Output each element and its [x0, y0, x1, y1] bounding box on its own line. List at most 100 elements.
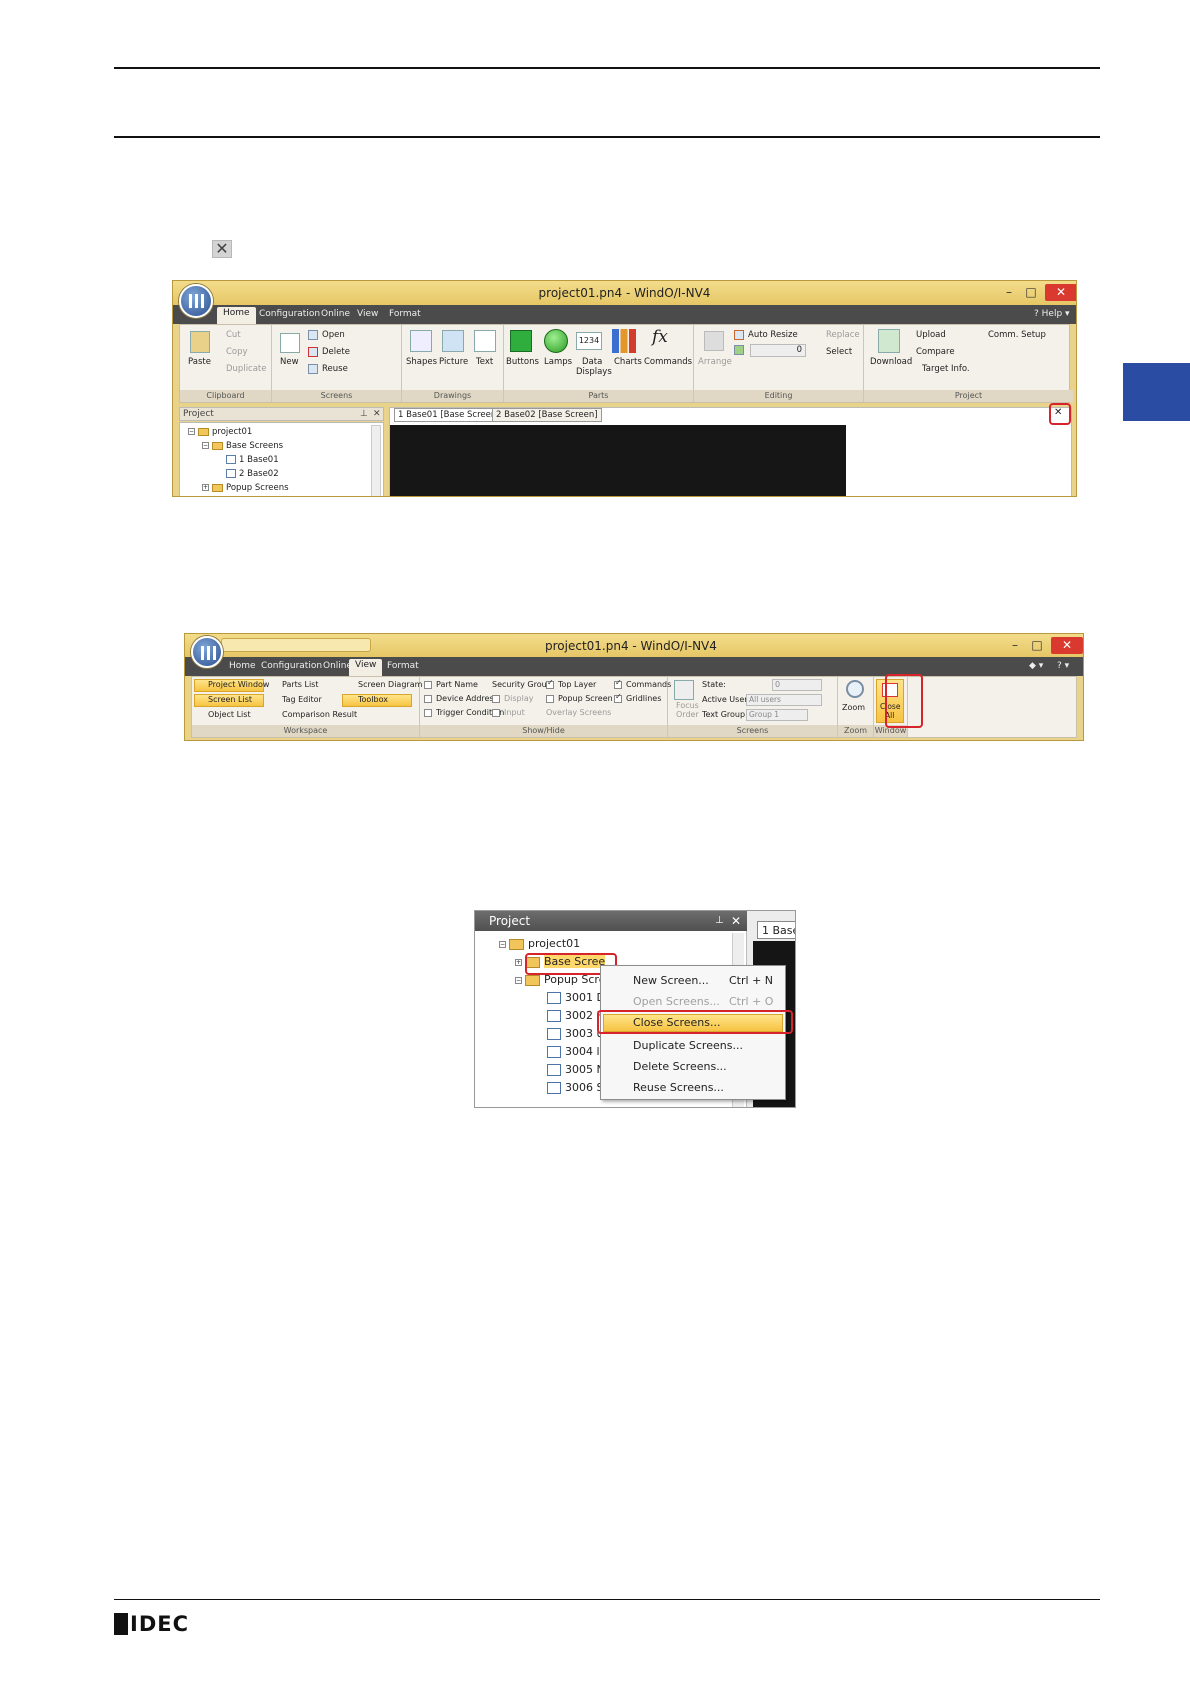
- menu-delete-screens[interactable]: Delete Screens...: [633, 1060, 727, 1073]
- copy-button[interactable]: Copy: [226, 347, 248, 357]
- open-button[interactable]: Open: [322, 330, 345, 340]
- parts-list-toggle[interactable]: Parts List: [282, 680, 319, 689]
- menu-open-screens[interactable]: Open Screens...: [633, 995, 720, 1008]
- app-logo-icon[interactable]: [179, 284, 213, 318]
- reuse-button[interactable]: Reuse: [322, 364, 348, 374]
- screen-canvas[interactable]: [390, 425, 846, 496]
- tab-format[interactable]: Format: [381, 660, 425, 672]
- window-close-button[interactable]: ✕: [1045, 284, 1076, 301]
- new-button[interactable]: New: [280, 357, 299, 367]
- duplicate-button[interactable]: Duplicate: [226, 364, 267, 374]
- maximize-button[interactable]: □: [1023, 284, 1039, 301]
- menu-duplicate-screens[interactable]: Duplicate Screens...: [633, 1039, 743, 1052]
- auto-resize-button[interactable]: Auto Resize: [748, 330, 798, 340]
- tab-online[interactable]: Online: [315, 308, 356, 320]
- tab-view[interactable]: View: [349, 659, 383, 676]
- help-button[interactable]: ? Help ▾: [1028, 308, 1076, 320]
- tree-item-3004[interactable]: 3004 l.: [547, 1045, 603, 1058]
- trigger-condition-checkbox[interactable]: [424, 709, 432, 717]
- screen-list-toggle[interactable]: Screen List: [208, 695, 252, 704]
- tree-item-base02[interactable]: 2 Base02: [226, 469, 279, 479]
- shapes-button[interactable]: Shapes: [406, 357, 437, 367]
- pin-icon[interactable]: ⊥: [360, 408, 368, 421]
- input-checkbox[interactable]: [492, 709, 500, 717]
- text-group-dropdown[interactable]: Group 1: [746, 709, 808, 721]
- panel-close-icon[interactable]: ✕: [373, 408, 381, 421]
- zoom-button[interactable]: Zoom: [842, 703, 865, 712]
- buttons-button[interactable]: Buttons: [506, 357, 539, 367]
- tree-item-popup-screens[interactable]: + Popup Screens: [202, 483, 289, 493]
- window-title: project01.pn4 - WindO/I-NV4: [538, 286, 711, 300]
- tab-view[interactable]: View: [351, 308, 384, 320]
- tree-item-3005[interactable]: 3005 N: [547, 1063, 605, 1076]
- lamps-button[interactable]: Lamps: [544, 357, 572, 367]
- target-info-button[interactable]: Target Info.: [922, 364, 970, 374]
- popup-screen-checkbox[interactable]: [546, 695, 554, 703]
- compare-button[interactable]: Compare: [916, 347, 955, 357]
- text-group-label: Text Group:: [702, 710, 748, 719]
- pin-icon[interactable]: ⊥: [715, 911, 724, 931]
- arrange-button[interactable]: Arrange: [698, 357, 732, 367]
- top-layer-label: Top Layer: [558, 680, 597, 689]
- window-close-button[interactable]: ✕: [1051, 637, 1083, 654]
- device-address-label: Device Address: [436, 694, 498, 703]
- group-editing: Arrange Auto Resize 0 Replace Select Edi…: [694, 325, 864, 402]
- data-displays-button[interactable]: Data: [582, 357, 602, 367]
- charts-button[interactable]: Charts: [614, 357, 642, 367]
- doc-tab-base02[interactable]: 2 Base02 [Base Screen]: [492, 408, 602, 422]
- help-icon[interactable]: ? ▾: [1051, 660, 1075, 672]
- comparison-result-toggle[interactable]: Comparison Result: [282, 710, 357, 719]
- app-logo-icon[interactable]: [191, 636, 223, 668]
- focus-order-button[interactable]: Focus: [676, 701, 699, 710]
- project-panel-header: Project ⊥ ✕: [475, 911, 747, 931]
- title-bar: project01.pn4 - WindO/I-NV4 – □ ✕: [173, 281, 1076, 305]
- select-button[interactable]: Select: [826, 347, 852, 357]
- menu-reuse-screens[interactable]: Reuse Screens...: [633, 1081, 724, 1094]
- cut-button[interactable]: Cut: [226, 330, 241, 340]
- commands-checkbox[interactable]: [614, 678, 622, 689]
- doc-tab-base01[interactable]: 1 Base01 [Base Screen]: [394, 408, 504, 422]
- upload-button[interactable]: Upload: [916, 330, 946, 340]
- tree-item-3006[interactable]: 3006 Si: [547, 1081, 607, 1094]
- text-button[interactable]: Text: [476, 357, 493, 367]
- editing-value-field[interactable]: 0: [750, 344, 806, 357]
- panel-close-icon[interactable]: ✕: [731, 911, 741, 931]
- comm-setup-button[interactable]: Comm. Setup: [988, 330, 1046, 340]
- download-button[interactable]: Download: [870, 357, 912, 367]
- screen-diagram-toggle[interactable]: Screen Diagram: [358, 680, 422, 689]
- tree-item-3001[interactable]: 3001 D: [547, 991, 605, 1004]
- commands-button[interactable]: Commands: [644, 357, 692, 367]
- tree-item-base-screens[interactable]: − Base Screens: [202, 441, 283, 451]
- doc-tab-base[interactable]: 1 Base: [757, 921, 795, 939]
- tree-scrollbar[interactable]: [371, 425, 381, 496]
- tab-format[interactable]: Format: [383, 308, 427, 320]
- picture-button[interactable]: Picture: [439, 357, 468, 367]
- settings-icon[interactable]: ◆ ▾: [1023, 660, 1049, 672]
- top-layer-checkbox[interactable]: [546, 678, 554, 689]
- toolbox-toggle[interactable]: Toolbox: [358, 695, 388, 704]
- overlay-screens-dropdown[interactable]: Overlay Screens: [546, 708, 611, 717]
- project-window-toggle[interactable]: Project Window: [208, 680, 269, 689]
- tree-item-root[interactable]: − project01: [188, 427, 252, 437]
- tab-home[interactable]: Home: [217, 307, 256, 324]
- tag-editor-toggle[interactable]: Tag Editor: [282, 695, 322, 704]
- minimize-button[interactable]: –: [1001, 284, 1017, 301]
- tree-item-3003[interactable]: 3003 u: [547, 1027, 603, 1040]
- replace-button[interactable]: Replace: [826, 330, 860, 340]
- object-list-toggle[interactable]: Object List: [208, 710, 251, 719]
- gridlines-checkbox[interactable]: [614, 692, 622, 703]
- device-address-checkbox[interactable]: [424, 695, 432, 703]
- tree-item-root[interactable]: − project01: [499, 937, 580, 950]
- tree-item-base01[interactable]: 1 Base01: [226, 455, 279, 465]
- menu-new-screen[interactable]: New Screen...: [633, 974, 709, 987]
- quick-access-toolbar[interactable]: [221, 638, 371, 652]
- part-name-checkbox[interactable]: [424, 681, 432, 689]
- paste-button[interactable]: Paste: [188, 357, 211, 367]
- display-checkbox[interactable]: [492, 695, 500, 703]
- maximize-button[interactable]: □: [1029, 637, 1045, 654]
- state-field[interactable]: 0: [772, 679, 822, 691]
- active-user-dropdown[interactable]: All users: [746, 694, 822, 706]
- close-x-icon: ✕: [212, 240, 232, 258]
- delete-button[interactable]: Delete: [322, 347, 350, 357]
- minimize-button[interactable]: –: [1007, 637, 1023, 654]
